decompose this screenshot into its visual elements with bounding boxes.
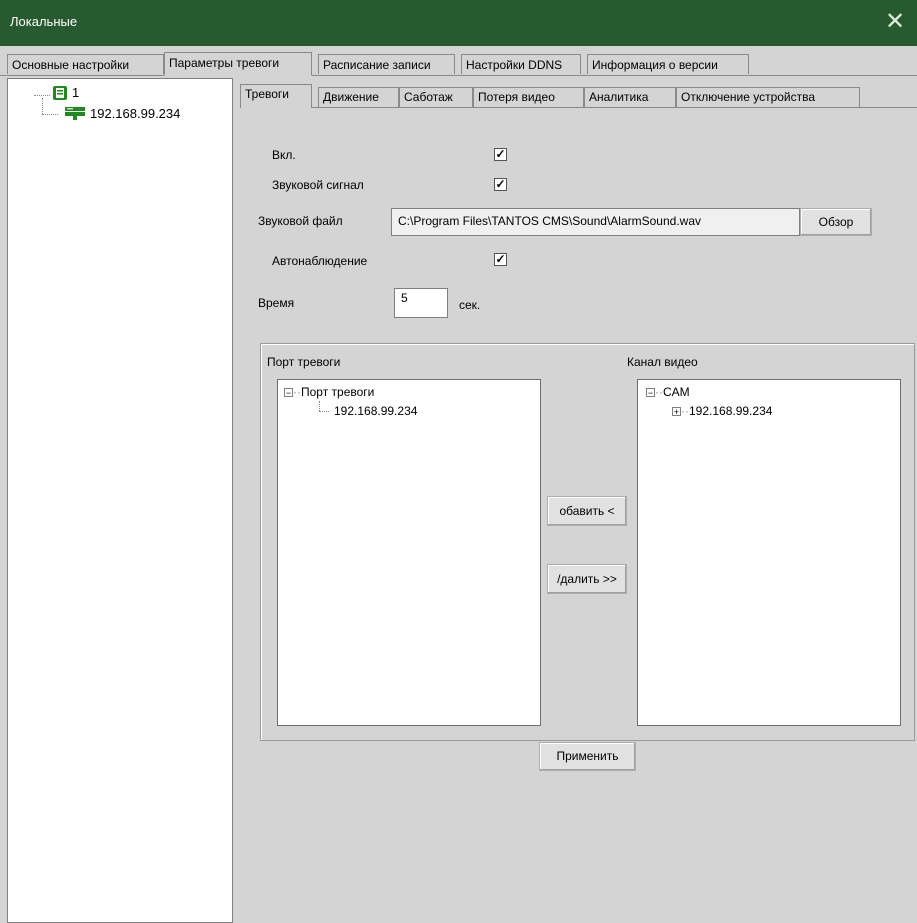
sound-alarm-checkbox[interactable]: ✓	[494, 178, 507, 191]
time-label: Время	[258, 296, 295, 310]
tree-root-label[interactable]: 1	[72, 85, 79, 100]
sound-alarm-label: Звуковой сигнал	[272, 178, 364, 192]
close-icon[interactable]: ✕	[881, 8, 909, 36]
alarm-port-title: Порт тревоги	[267, 355, 341, 369]
video-channel-title: Канал видео	[627, 355, 698, 369]
main-tab-row: Основные настройки Параметры тревоги Рас…	[0, 52, 917, 76]
tab-alarms[interactable]: Тревоги	[240, 84, 312, 108]
tab-video-loss[interactable]: Потеря видео	[473, 87, 584, 107]
title-bar: Локальные ✕	[0, 0, 917, 46]
add-mapping-button[interactable]: обавить <	[547, 496, 627, 526]
sub-tab-row: Тревоги Движение Саботаж Потеря видео Ан…	[240, 84, 917, 108]
tab-version-info[interactable]: Информация о версии	[587, 54, 749, 74]
group-icon	[52, 85, 68, 101]
time-unit: сек.	[459, 298, 481, 312]
alarm-port-item[interactable]: 192.168.99.234	[334, 404, 417, 418]
collapse-icon[interactable]: −	[646, 388, 655, 398]
browse-button[interactable]: Обзор	[800, 208, 872, 236]
mapping-group: Порт тревоги Канал видео − ··Порт тревоги…	[260, 343, 915, 741]
tab-basic-settings[interactable]: Основные настройки	[7, 54, 164, 74]
tab-analytics[interactable]: Аналитика	[584, 87, 676, 107]
tab-record-schedule[interactable]: Расписание записи	[318, 54, 455, 74]
time-input[interactable]: 5	[394, 288, 448, 318]
alarm-settings-panel: Вкл. ✓ Звуковой сигнал ✓ Звуковой файл C…	[240, 107, 917, 923]
alarm-port-root[interactable]: − ··Порт тревоги	[284, 385, 374, 399]
device-icon	[64, 105, 86, 121]
video-channel-list[interactable]: − ··CAM + ··192.168.99.234	[637, 379, 901, 726]
enable-checkbox[interactable]: ✓	[494, 148, 507, 161]
sound-file-field[interactable]: C:\Program Files\TANTOS CMS\Sound\AlarmS…	[391, 208, 800, 236]
alarm-port-list[interactable]: − ··Порт тревоги 192.168.99.234	[277, 379, 541, 726]
window-title: Локальные	[10, 14, 78, 29]
auto-watch-checkbox[interactable]: ✓	[494, 253, 507, 266]
video-channel-item[interactable]: + ··192.168.99.234	[672, 404, 772, 418]
video-channel-root[interactable]: − ··CAM	[646, 385, 690, 399]
tab-motion[interactable]: Движение	[318, 87, 399, 107]
expand-icon[interactable]: +	[672, 407, 681, 417]
sound-file-label: Звуковой файл	[258, 214, 343, 228]
enable-label: Вкл.	[272, 148, 296, 162]
auto-watch-label: Автонаблюдение	[272, 254, 368, 268]
remove-mapping-button[interactable]: /далить >>	[547, 564, 627, 594]
device-tree: 1 192.168.99.234	[7, 78, 233, 923]
tab-device-disconnect[interactable]: Отключение устройства	[676, 87, 860, 107]
tab-ddns[interactable]: Настройки DDNS	[461, 54, 581, 74]
tree-device-label[interactable]: 192.168.99.234	[90, 106, 180, 121]
collapse-icon[interactable]: −	[284, 388, 293, 398]
tab-alarm-params[interactable]: Параметры тревоги	[164, 52, 312, 76]
apply-button[interactable]: Применить	[539, 742, 636, 771]
tab-tamper[interactable]: Саботаж	[399, 87, 473, 107]
